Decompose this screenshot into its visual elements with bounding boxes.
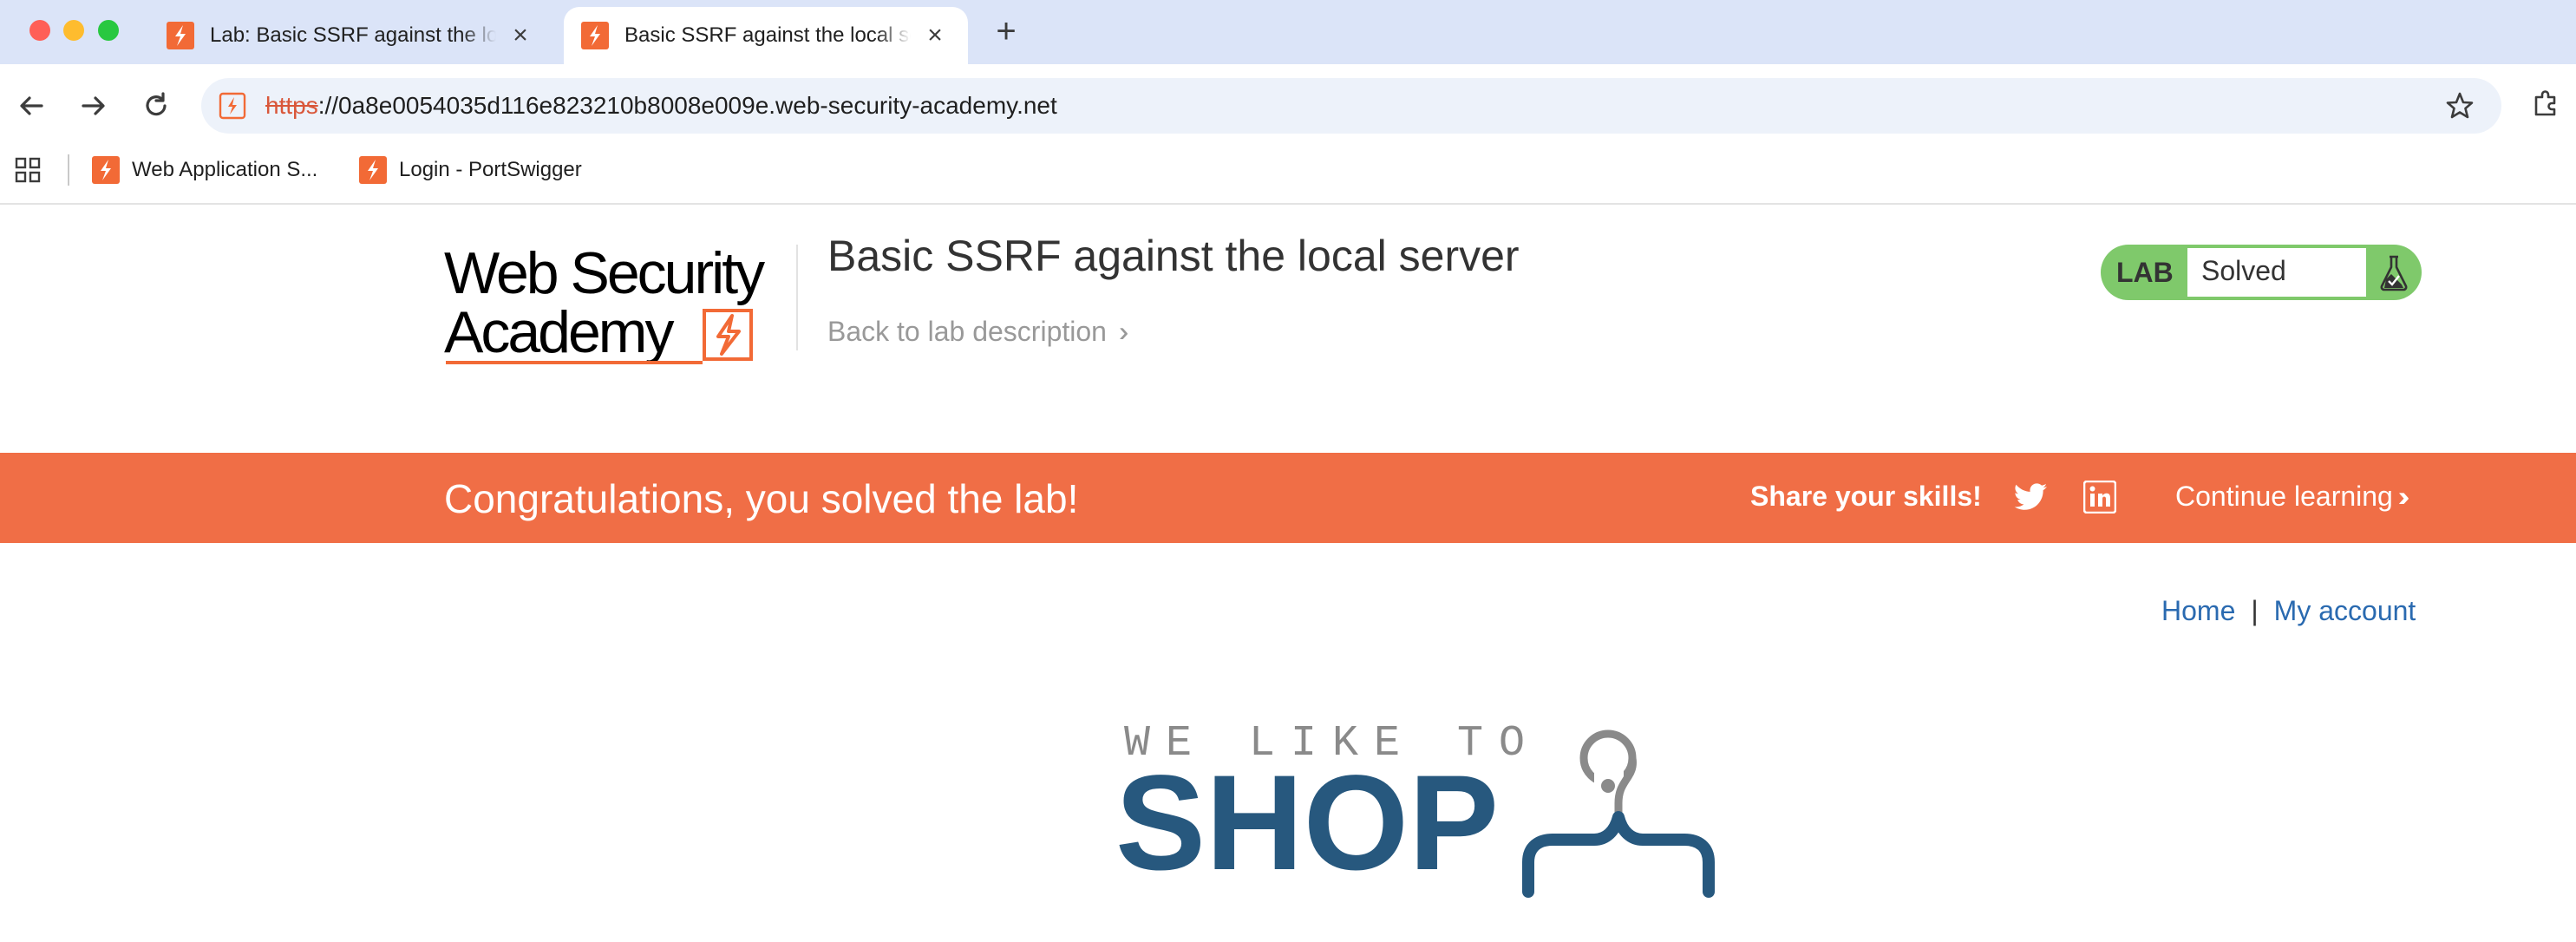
tab-title: Lab: Basic SSRF against the local server (210, 23, 496, 47)
shop-navigation: Home | My account (2161, 595, 2416, 627)
lab-title: Basic SSRF against the local server (827, 232, 1520, 280)
back-arrow-icon[interactable] (14, 88, 49, 123)
my-account-link[interactable]: My account (2274, 595, 2416, 626)
share-skills-label: Share your skills! (1750, 481, 1982, 512)
lab-status-value: Solved (2201, 255, 2286, 286)
bookmark-label: Login - PortSwigger (399, 158, 582, 181)
home-link[interactable]: Home (2161, 595, 2235, 626)
back-to-lab-description-link[interactable]: Back to lab description ›› (827, 316, 1131, 348)
address-bar[interactable]: https://0a8e0054035d116e823210b8008e009e… (201, 78, 2501, 134)
logo-line2: Academy (444, 299, 674, 365)
browser-tab-strip: Lab: Basic SSRF against the local server… (0, 0, 2576, 64)
forward-arrow-icon[interactable] (76, 88, 111, 123)
close-tab-icon[interactable]: × (923, 23, 947, 49)
site-info-icon[interactable] (219, 92, 246, 120)
bookmark-label: Web Application S... (132, 158, 318, 181)
lab-status-widget: LAB Solved (2101, 245, 2422, 300)
url-host: ://0a8e0054035d116e823210b8008e009e.web-… (317, 92, 1057, 119)
continue-learning-label: Continue learning (2175, 481, 2393, 512)
page-content: Web Security Academy Basic SSRF against … (0, 205, 2576, 942)
bookmark-web-application[interactable]: Web Application S... (92, 153, 317, 187)
url-text[interactable]: https://0a8e0054035d116e823210b8008e009e… (265, 92, 1057, 120)
web-security-academy-logo[interactable]: Web Security Academy (442, 241, 798, 371)
bookmarks-separator (68, 154, 69, 186)
browser-toolbar: https://0a8e0054035d116e823210b8008e009e… (0, 64, 2576, 146)
minimize-window-button[interactable] (63, 20, 84, 41)
chevron-double-right-icon: ›› (2397, 481, 2410, 512)
browser-tab-lab[interactable]: Basic SSRF against the local server × (564, 7, 968, 64)
twitter-icon[interactable] (2014, 482, 2049, 514)
we-like-to-shop-logo: WE LIKE TO SHOP (1119, 719, 1715, 899)
portswigger-favicon-icon (92, 156, 120, 184)
reload-icon[interactable] (139, 88, 173, 123)
close-window-button[interactable] (29, 20, 50, 41)
lab-status-label: LAB (2116, 257, 2174, 288)
linkedin-icon[interactable] (2083, 481, 2116, 514)
back-link-label: Back to lab description (827, 316, 1107, 347)
continue-learning-link[interactable]: Continue learning ›› (2175, 481, 2410, 513)
congratulations-message: Congratulations, you solved the lab! (444, 476, 1079, 521)
lab-solved-banner: Congratulations, you solved the lab! Sha… (0, 453, 2576, 543)
bookmark-login-portswigger[interactable]: Login - PortSwigger (359, 153, 582, 187)
nav-separator: | (2251, 595, 2259, 626)
tab-title: Basic SSRF against the local server (624, 23, 911, 47)
portswigger-favicon-icon (581, 22, 609, 49)
url-scheme: https (265, 92, 318, 119)
apps-grid-icon[interactable] (14, 156, 42, 184)
flask-icon (2380, 255, 2408, 291)
portswigger-favicon-icon (167, 22, 194, 49)
shop-logo-word: SHOP (1119, 748, 1499, 899)
header-divider (796, 245, 798, 350)
extensions-icon[interactable] (2531, 87, 2562, 118)
new-tab-plus-icon[interactable]: + (989, 14, 1023, 49)
logo-line1: Web Security (444, 241, 765, 306)
star-icon[interactable] (2444, 90, 2475, 121)
chevron-double-right-icon: ›› (1118, 316, 1131, 347)
portswigger-favicon-icon (359, 156, 387, 184)
browser-tab-lab-description[interactable]: Lab: Basic SSRF against the local server… (149, 7, 555, 64)
hanger-icon (1522, 729, 1715, 898)
close-tab-icon[interactable]: × (508, 23, 533, 49)
zoom-window-button[interactable] (98, 20, 119, 41)
bookmarks-bar: Web Application S... Login - PortSwigger (0, 146, 2576, 205)
